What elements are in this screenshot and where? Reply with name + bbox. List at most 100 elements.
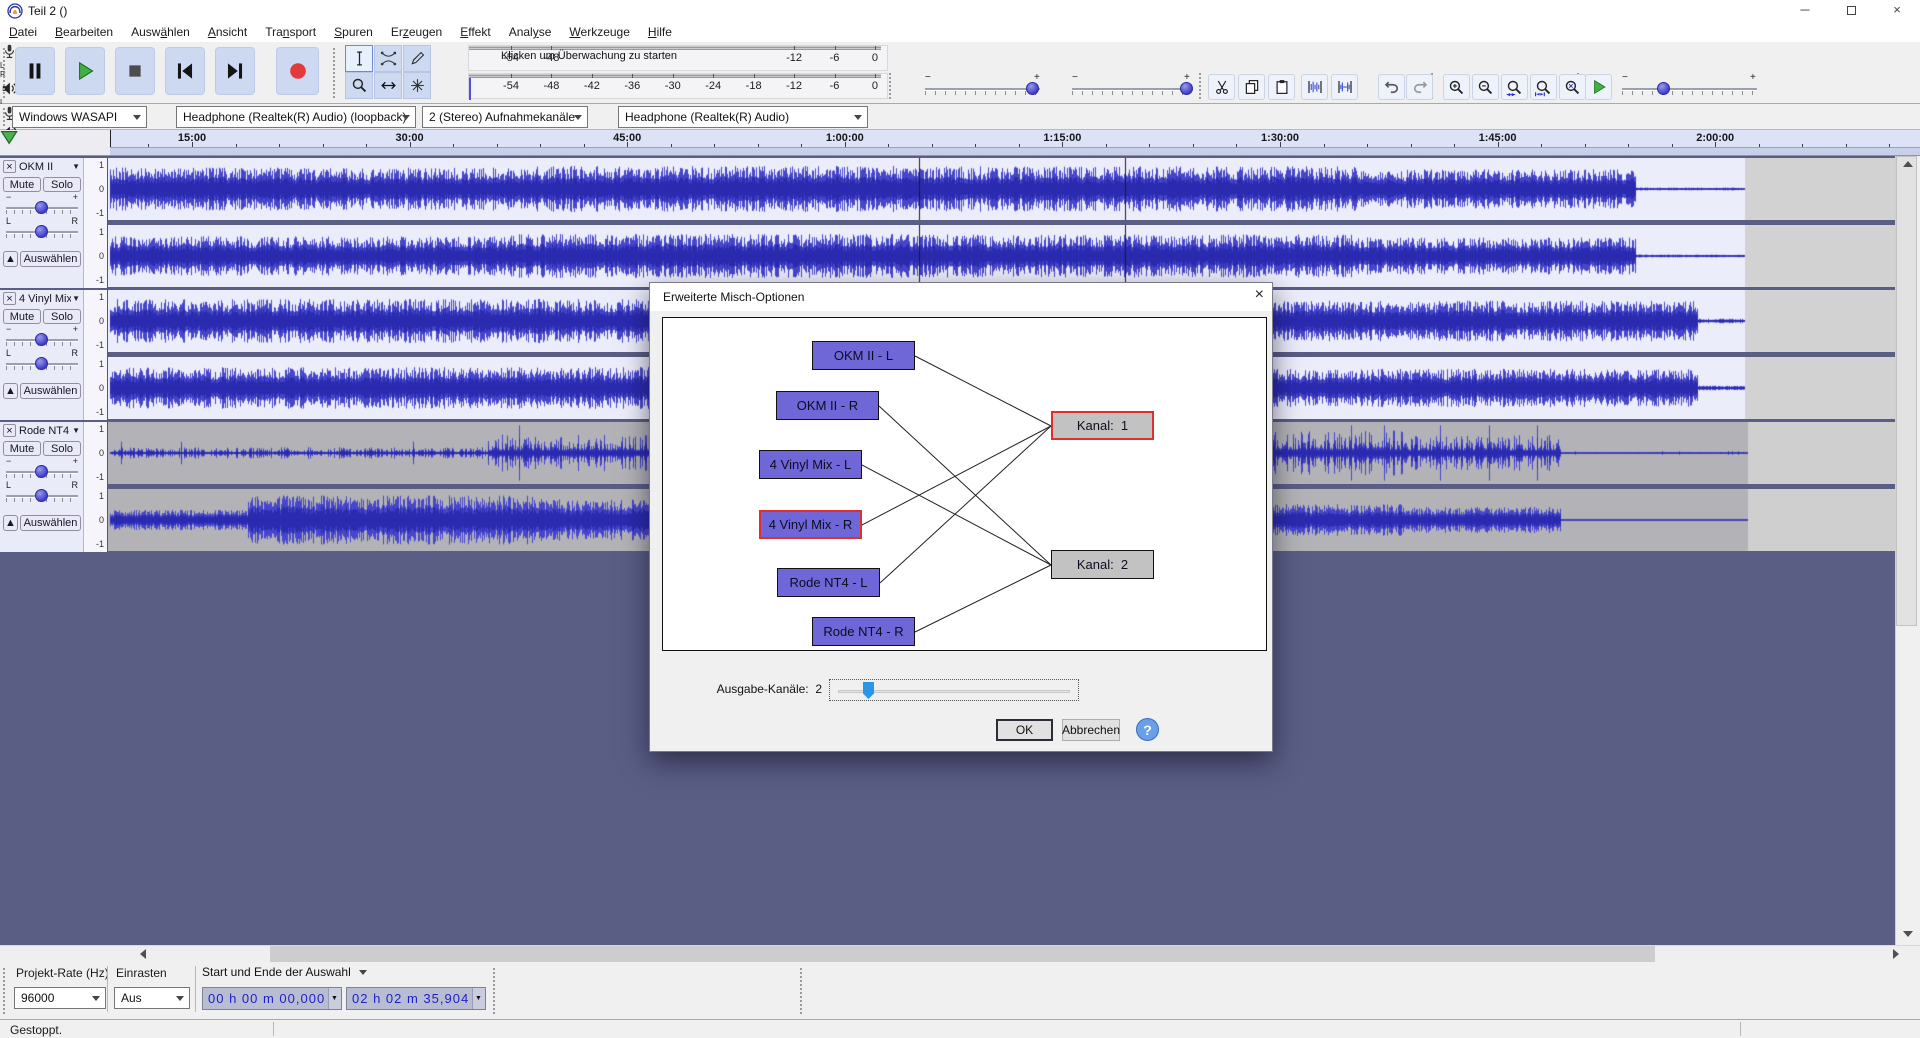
minimize-button[interactable]: ─ [1782, 0, 1828, 22]
track-name[interactable]: 4 Vinyl Mix [19, 293, 71, 305]
menu-item-spuren[interactable]: Spuren [325, 22, 382, 42]
play-at-speed-button[interactable] [1585, 74, 1612, 100]
output-node-2[interactable]: Kanal: 2 [1051, 550, 1154, 579]
cancel-button[interactable]: Abbrechen [1062, 719, 1120, 741]
scroll-right-icon[interactable] [1893, 949, 1899, 959]
toolbar-grip[interactable] [1199, 73, 1201, 99]
multi-tool-button[interactable] [403, 72, 431, 99]
output-node-1[interactable]: Kanal: 1 [1051, 411, 1154, 440]
vertical-scrollbar[interactable] [1895, 156, 1920, 945]
envelope-tool-button[interactable] [374, 45, 402, 72]
timeline-pin-button[interactable] [0, 130, 110, 150]
project-rate-select[interactable]: 96000 [14, 987, 106, 1009]
scrub-band[interactable] [110, 147, 1920, 156]
menu-item-effekt[interactable]: Effekt [451, 22, 499, 42]
audio-host-select[interactable]: Windows WASAPI [12, 106, 147, 128]
track-menu-icon[interactable]: ▼ [72, 162, 80, 171]
select-button[interactable]: Auswählen [20, 251, 81, 267]
input-node-6[interactable]: Rode NT4 - R [812, 617, 915, 646]
menu-item-werkzeuge[interactable]: Werkzeuge [560, 22, 638, 42]
menu-item-analyse[interactable]: Analyse [500, 22, 561, 42]
solo-button[interactable]: Solo [43, 309, 81, 324]
selbar-grip[interactable] [800, 968, 802, 1014]
trim-audio-button[interactable] [1301, 74, 1328, 100]
help-button[interactable]: ? [1136, 718, 1159, 741]
draw-tool-button[interactable] [403, 45, 431, 72]
solo-button[interactable]: Solo [43, 177, 81, 192]
chevron-down-icon[interactable]: ▼ [472, 988, 485, 1009]
dialog-close-icon[interactable]: × [1255, 286, 1264, 304]
playback-meter[interactable]: -54-48-42-36-30-24-18-12-60 [468, 73, 888, 99]
output-channels-slider[interactable] [829, 679, 1079, 701]
menu-item-transport[interactable]: Transport [256, 22, 325, 42]
menu-item-hilfe[interactable]: Hilfe [639, 22, 681, 42]
input-node-3[interactable]: 4 Vinyl Mix - L [759, 450, 862, 479]
recording-channels-select[interactable]: 2 (Stereo) Aufnahmekanäle [422, 106, 588, 128]
input-node-4[interactable]: 4 Vinyl Mix - R [759, 510, 862, 539]
gain-slider-knob[interactable] [35, 333, 48, 346]
play-button[interactable] [65, 47, 105, 95]
ok-button[interactable]: OK [996, 719, 1053, 741]
selection-start-field[interactable]: 00 h 00 m 00,000 s▼ [202, 987, 342, 1010]
pan-slider[interactable]: LR [4, 222, 80, 240]
select-button[interactable]: Auswählen [20, 383, 81, 399]
zoom-selection-button[interactable] [1501, 74, 1528, 100]
scroll-down-icon[interactable] [1903, 931, 1913, 937]
menu-item-bearbeiten[interactable]: Bearbeiten [46, 22, 122, 42]
selection-range-mode-select[interactable]: Start und Ende der Auswahl [202, 965, 442, 979]
input-node-1[interactable]: OKM II - L [812, 341, 915, 370]
collapse-button[interactable]: ▲ [3, 515, 18, 531]
zoom-fit-button[interactable] [1530, 74, 1557, 100]
mute-button[interactable]: Mute [3, 177, 41, 192]
pan-slider-knob[interactable] [35, 225, 48, 238]
zoom-toggle-button[interactable] [1559, 74, 1586, 100]
skip-start-button[interactable] [165, 47, 205, 95]
toolbar-grip[interactable] [3, 48, 5, 98]
zoom-out-button[interactable] [1472, 74, 1499, 100]
track-close-button[interactable]: × [3, 424, 16, 437]
playback-device-select[interactable]: Headphone (Realtek(R) Audio) [618, 106, 868, 128]
input-node-2[interactable]: OKM II - R [776, 391, 879, 420]
scroll-up-icon[interactable] [1903, 161, 1913, 167]
slider-thumb[interactable] [863, 682, 874, 699]
solo-button[interactable]: Solo [43, 441, 81, 456]
skip-end-button[interactable] [215, 47, 255, 95]
collapse-button[interactable]: ▲ [3, 383, 18, 399]
track-close-button[interactable]: × [3, 160, 16, 173]
pan-slider-knob[interactable] [35, 357, 48, 370]
silence-audio-button[interactable] [1331, 74, 1358, 100]
track-menu-icon[interactable]: ▼ [72, 426, 80, 435]
recording-device-select[interactable]: Headphone (Realtek(R) Audio) (loopback) [176, 106, 416, 128]
record-button[interactable] [276, 47, 319, 95]
collapse-button[interactable]: ▲ [3, 251, 18, 267]
cut-button[interactable] [1208, 74, 1235, 100]
waveform-canvas-okm-ii-ch1[interactable] [108, 158, 1895, 220]
snap-select[interactable]: Aus [114, 987, 190, 1009]
track-name[interactable]: Rode NT4 [19, 425, 71, 437]
select-button[interactable]: Auswählen [20, 515, 81, 531]
selection-tool-button[interactable] [345, 45, 373, 72]
timeline-ruler[interactable]: 15:0030:0045:001:00:001:15:001:30:001:45… [110, 130, 1920, 156]
paste-button[interactable] [1268, 74, 1295, 100]
copy-button[interactable] [1238, 74, 1265, 100]
gain-slider[interactable]: −+ [4, 330, 80, 348]
track-name[interactable]: OKM II [19, 161, 71, 173]
toolbar-grip[interactable] [889, 73, 891, 99]
speed-knob[interactable] [1657, 82, 1670, 95]
playback-volume-slider-knob[interactable] [1180, 82, 1193, 95]
track-close-button[interactable]: × [3, 292, 16, 305]
menu-item-erzeugen[interactable]: Erzeugen [382, 22, 451, 42]
zoom-tool-button[interactable] [345, 72, 373, 99]
toolbar-grip[interactable] [333, 48, 335, 98]
horizontal-scrollbar[interactable] [0, 945, 1920, 962]
zoom-in-button[interactable] [1443, 74, 1470, 100]
track-menu-icon[interactable]: ▼ [72, 294, 80, 303]
pan-slider-knob[interactable] [35, 489, 48, 502]
selbar-grip[interactable] [3, 968, 5, 1014]
pan-slider[interactable]: LR [4, 354, 80, 372]
undo-button[interactable] [1378, 74, 1405, 100]
gain-slider-knob[interactable] [35, 465, 48, 478]
hscroll-thumb[interactable] [270, 946, 1655, 962]
pan-slider[interactable]: LR [4, 486, 80, 504]
waveform-canvas-okm-ii-ch2[interactable] [108, 225, 1895, 287]
